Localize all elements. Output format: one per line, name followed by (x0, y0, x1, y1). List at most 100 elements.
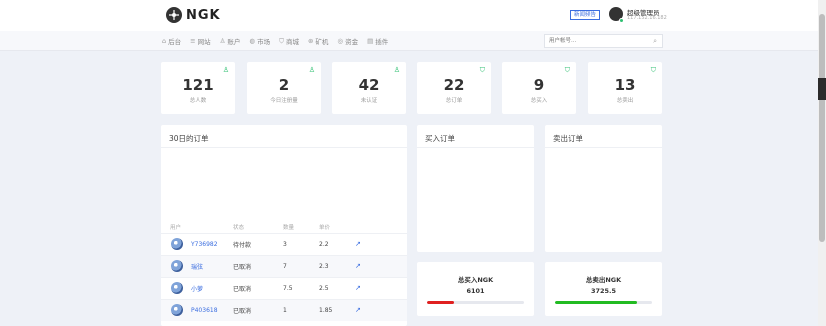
stat-card-unverified[interactable]: ♙ 42 未认证 (332, 62, 406, 114)
stat-card-total-sell[interactable]: ⛉ 13 总卖出 (588, 62, 662, 114)
nav-item-6[interactable]: ◎ 资金 (337, 36, 358, 46)
user-link[interactable]: Y736982 (191, 241, 218, 248)
qty-cell: 7 (283, 254, 319, 277)
nav-icon: ⌂ (162, 37, 167, 45)
summary-title: 总买入NGK (457, 276, 494, 284)
cart-icon: ⛉ (479, 66, 485, 74)
table-row[interactable]: P403618 已取消 1 1.85 ↗ (161, 298, 407, 321)
avatar (171, 260, 183, 272)
stat-card-total-users[interactable]: ♙ 121 总人数 (161, 62, 235, 114)
avatar (171, 282, 183, 294)
news-notice-button[interactable]: 新闻频告 (570, 10, 601, 20)
stat-label: 总人数 (189, 98, 207, 104)
buy-orders-panel: 买入订单 (417, 125, 534, 252)
stat-value: 13 (614, 76, 636, 94)
open-order-icon[interactable]: ↗ (355, 306, 361, 314)
logo[interactable]: NGK (166, 7, 221, 23)
admin-ip: 117.152.16.182 (627, 15, 667, 21)
user-link[interactable]: 小萝 (191, 284, 203, 293)
nav-items: ⌂ 后台 ≡ 网站 ♙ 账户 ◍ 市场 ⛉ 商城 ⊛ 矿机 ◎ 资金 ▤ 插件 (162, 36, 388, 47)
user-link[interactable]: 瑞弦 (191, 262, 203, 271)
column-header: 状态 (233, 224, 245, 231)
open-order-icon[interactable]: ↗ (355, 240, 361, 248)
stat-value: 22 (443, 76, 465, 94)
divider (161, 147, 407, 148)
price-cell: 2.5 (319, 276, 355, 299)
price-cell: 2.2 (319, 232, 355, 255)
open-order-icon[interactable]: ↗ (355, 284, 361, 292)
nav-icon: ◍ (249, 37, 256, 45)
nav-item-label: 商城 (285, 38, 299, 46)
stat-label: 总订单 (445, 98, 463, 104)
table-row[interactable]: 小萝 已取消 7.5 2.5 ↗ (161, 276, 407, 299)
nav-item-2[interactable]: ♙ 账户 (220, 36, 241, 46)
summary-title: 总卖出NGK (585, 276, 622, 284)
buy-progress-bar (427, 301, 455, 304)
user-search: ⌕ (544, 34, 663, 48)
nav-item-0[interactable]: ⌂ 后台 (162, 36, 181, 46)
status-cell: 已取消 (233, 254, 283, 277)
divider (545, 147, 662, 148)
user-icon: ♙ (393, 66, 400, 74)
stat-value: 121 (182, 76, 214, 94)
progress-track (555, 301, 652, 304)
panel-title: 30日的订单 (169, 134, 209, 143)
summary-value: 3725.5 (590, 287, 617, 295)
stat-card-today-registered[interactable]: ♙ 2 今日注册量 (247, 62, 321, 114)
stat-value: 42 (358, 76, 380, 94)
cart-icon: ⛉ (564, 66, 570, 74)
logo-icon (166, 7, 182, 23)
stat-value: 9 (533, 76, 545, 94)
avatar (171, 304, 183, 317)
stat-card-total-buy[interactable]: ⛉ 9 总买入 (502, 62, 576, 114)
total-sell-summary: 总卖出NGK 3725.5 (545, 262, 662, 316)
side-panel-handle[interactable] (818, 78, 826, 100)
nav-item-label: 网站 (197, 38, 211, 46)
nav-icon: ≡ (190, 37, 196, 45)
stat-label: 今日注册量 (270, 98, 298, 104)
panel-title: 卖出订单 (553, 134, 583, 143)
main-nav: ⌂后台 ≡网站 ♙账户 ◍市场 ⛉商城 ⊛矿机 ◎资金 ▤插件 ⌕ (0, 31, 818, 51)
user-link[interactable]: P403618 (191, 307, 218, 314)
orders-panel: 30日的订单 用户 状态 数量 单价 Y736982 待付款 3 2.2 ↗ 瑞… (161, 125, 407, 326)
qty-cell: 7.5 (283, 276, 319, 299)
column-header: 数量 (283, 224, 295, 231)
status-cell: 已取消 (233, 298, 283, 321)
nav-item-label: 后台 (168, 38, 182, 46)
nav-item-3[interactable]: ◍ 市场 (249, 36, 270, 46)
qty-cell: 3 (283, 232, 319, 255)
summary-value: 6101 (466, 287, 485, 295)
avatar (171, 238, 183, 250)
top-header: NGK 新闻频告 超级管理员 117.152.16.182 (0, 0, 818, 31)
user-search-input[interactable] (545, 35, 645, 47)
user-icon: ♙ (308, 66, 315, 74)
nav-item-1[interactable]: ≡ 网站 (190, 36, 210, 46)
sell-progress-bar (555, 301, 638, 304)
nav-item-label: 市场 (257, 38, 271, 46)
scrollbar-thumb[interactable] (819, 14, 825, 242)
nav-item-4[interactable]: ⛉ 商城 (279, 36, 299, 47)
nav-icon: ⊛ (307, 37, 314, 45)
stat-label: 总买入 (530, 98, 548, 104)
column-header: 用户 (170, 224, 182, 231)
total-buy-summary: 总买入NGK 6101 (417, 262, 534, 316)
column-header: 单价 (319, 224, 331, 231)
status-cell: 已取消 (233, 276, 283, 299)
logo-text: NGK (186, 7, 221, 23)
status-cell: 待付款 (233, 232, 283, 255)
divider (417, 147, 534, 148)
nav-item-7[interactable]: ▤ 插件 (367, 36, 388, 46)
stat-card-total-orders[interactable]: ⛉ 22 总订单 (417, 62, 491, 114)
user-icon: ♙ (222, 66, 229, 74)
sell-orders-panel: 卖出订单 (545, 125, 662, 252)
nav-item-label: 资金 (345, 38, 359, 46)
qty-cell: 1 (283, 298, 319, 321)
nav-item-5[interactable]: ⊛ 矿机 (308, 36, 328, 46)
table-row[interactable]: 瑞弦 已取消 7 2.3 ↗ (161, 254, 407, 277)
stat-label: 未认证 (360, 98, 378, 104)
panel-title: 买入订单 (425, 134, 455, 143)
nav-icon: ♙ (219, 37, 226, 45)
search-icon[interactable]: ⌕ (653, 37, 657, 46)
table-row[interactable]: Y736982 待付款 3 2.2 ↗ (161, 232, 407, 255)
open-order-icon[interactable]: ↗ (355, 262, 361, 270)
